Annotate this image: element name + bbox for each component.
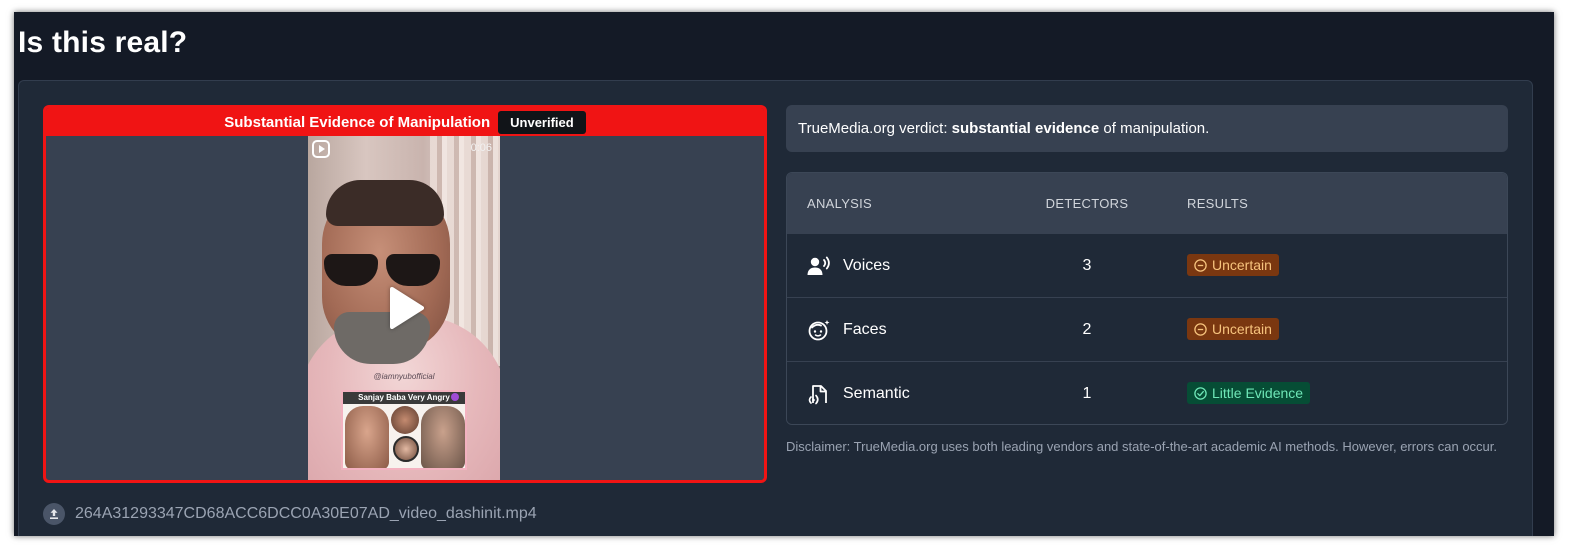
verdict-prefix: TrueMedia.org verdict:	[798, 120, 952, 137]
table-row[interactable]: Voices 3 Uncertain	[787, 233, 1507, 297]
verdict-suffix: of manipulation.	[1099, 120, 1210, 137]
analysis-label: Semantic	[843, 384, 910, 402]
file-row: 264A31293347CD68ACC6DCC0A30E07AD_video_d…	[43, 503, 537, 525]
header-results: RESULTS	[1187, 195, 1249, 211]
result-panel: Substantial Evidence of Manipulation Unv…	[18, 80, 1533, 536]
voice-icon	[807, 256, 830, 275]
header-analysis: ANALYSIS	[807, 195, 873, 211]
media-frame: Substantial Evidence of Manipulation Unv…	[43, 105, 767, 483]
result-badge: Uncertain	[1187, 318, 1279, 341]
video-person-hair	[326, 180, 444, 226]
video-time: 0:06	[470, 142, 492, 154]
result-badge: Little Evidence	[1187, 382, 1311, 405]
video-inset-thumbnail: Sanjay Baba Very Angry	[341, 390, 467, 470]
play-button[interactable]	[384, 286, 428, 330]
emoji-icon	[451, 393, 459, 401]
app-window: Is this real? Substantial Evidence of Ma…	[14, 12, 1554, 536]
result-label: Uncertain	[1212, 257, 1272, 274]
reel-icon	[312, 140, 330, 158]
result-badge: Uncertain	[1187, 254, 1279, 277]
upload-icon	[43, 503, 65, 525]
play-icon	[390, 287, 424, 329]
minus-circle-icon	[1194, 323, 1207, 336]
unverified-badge: Unverified	[498, 110, 586, 134]
header-detectors: DETECTORS	[1045, 195, 1129, 211]
verdict-box: TrueMedia.org verdict: substantial evide…	[786, 105, 1508, 152]
table-row[interactable]: Faces 2 Uncertain	[787, 297, 1507, 361]
banner-text: Substantial Evidence of Manipulation	[224, 113, 491, 131]
result-label: Little Evidence	[1212, 385, 1304, 402]
analysis-label: Voices	[843, 256, 891, 274]
video-person-glasses	[320, 254, 448, 288]
page-title: Is this real?	[18, 26, 188, 59]
semantic-icon	[808, 384, 827, 404]
video-handle: @iamnyubofficial	[373, 372, 435, 381]
disclaimer: Disclaimer: TrueMedia.org uses both lead…	[786, 439, 1498, 454]
minus-circle-icon	[1194, 259, 1207, 272]
video-player[interactable]: 0:06 @iamnyubofficial Sanjay Baba Very A…	[308, 136, 500, 480]
results-table: ANALYSIS DETECTORS RESULTS Voices 3 Unce…	[786, 172, 1508, 425]
detector-count: 2	[1082, 320, 1092, 338]
verdict-strong: substantial evidence	[951, 120, 1100, 137]
inset-caption: Sanjay Baba Very Angry	[343, 392, 465, 404]
manipulation-banner: Substantial Evidence of Manipulation Unv…	[46, 108, 764, 136]
result-label: Uncertain	[1212, 321, 1272, 338]
check-circle-icon	[1194, 387, 1207, 400]
table-row[interactable]: Semantic 1 Little Evidence	[787, 361, 1507, 424]
file-name: 264A31293347CD68ACC6DCC0A30E07AD_video_d…	[75, 505, 537, 522]
detector-count: 3	[1082, 256, 1092, 274]
face-icon	[808, 319, 830, 340]
analysis-label: Faces	[843, 320, 887, 338]
table-header: ANALYSIS DETECTORS RESULTS	[787, 173, 1507, 233]
detector-count: 1	[1082, 384, 1092, 402]
